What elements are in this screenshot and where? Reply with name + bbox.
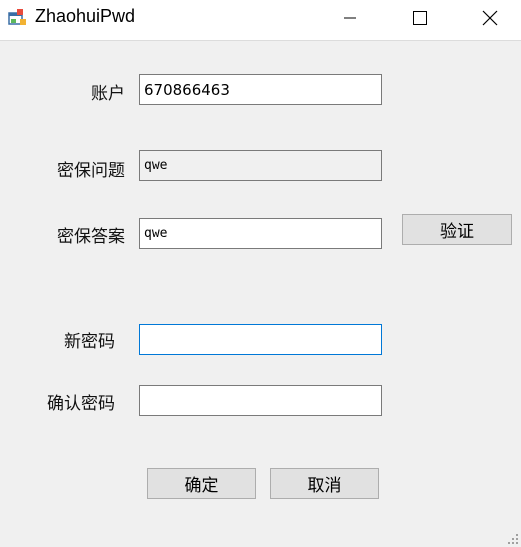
cancel-button[interactable]: 取消 bbox=[270, 468, 379, 499]
security-question-field: qwe bbox=[139, 150, 382, 181]
close-button[interactable] bbox=[467, 0, 513, 36]
title-bar: ZhaohuiPwd bbox=[0, 0, 521, 41]
security-answer-input[interactable]: qwe bbox=[139, 218, 382, 249]
account-label: 账户 bbox=[91, 84, 125, 104]
window-title: ZhaohuiPwd bbox=[35, 6, 136, 26]
new-password-input[interactable] bbox=[139, 324, 382, 355]
resize-grip-icon[interactable] bbox=[507, 533, 519, 545]
account-input[interactable]: 670866463 bbox=[139, 74, 382, 105]
confirm-password-input[interactable] bbox=[139, 385, 382, 416]
maximize-button[interactable] bbox=[397, 0, 443, 36]
app-window-icon bbox=[8, 9, 26, 25]
new-password-label: 新密码 bbox=[64, 332, 115, 352]
security-answer-label: 密保答案 bbox=[57, 227, 125, 247]
maximize-icon bbox=[413, 11, 427, 25]
minimize-icon bbox=[344, 17, 356, 19]
confirm-password-label: 确认密码 bbox=[47, 394, 115, 414]
minimize-button[interactable] bbox=[327, 0, 373, 36]
ok-button[interactable]: 确定 bbox=[147, 468, 256, 499]
verify-button[interactable]: 验证 bbox=[402, 214, 512, 245]
security-question-label: 密保问题 bbox=[57, 161, 125, 181]
close-icon bbox=[482, 10, 498, 26]
